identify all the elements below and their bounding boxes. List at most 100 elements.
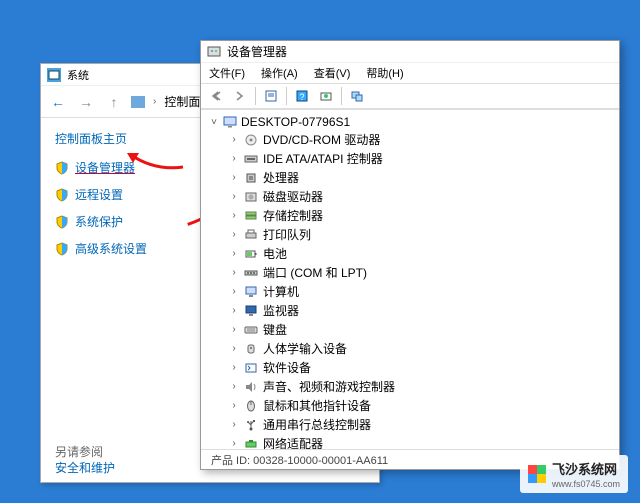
tree-node-label: 网络适配器 <box>263 435 323 449</box>
sidebar-link-label: 远程设置 <box>75 186 123 203</box>
expand-icon[interactable]: › <box>229 438 239 449</box>
back-button[interactable]: ← <box>47 91 69 113</box>
toolbar-separator <box>286 87 287 105</box>
tree-node-label: 打印队列 <box>263 226 311 243</box>
sidebar: 控制面板主页 设备管理器远程设置系统保护高级系统设置 <box>41 118 211 279</box>
keyboard-icon <box>244 324 258 336</box>
tree-node[interactable]: › 端口 (COM 和 LPT) <box>201 263 619 282</box>
tree-node[interactable]: › 软件设备 <box>201 358 619 377</box>
toolbar-separator <box>341 87 342 105</box>
logo-icon <box>528 465 546 483</box>
tree-node-label: 鼠标和其他指针设备 <box>263 397 371 414</box>
scan-icon[interactable] <box>315 86 337 106</box>
tree-node[interactable]: › 声音、视频和游戏控制器 <box>201 377 619 396</box>
expand-icon[interactable]: › <box>229 419 239 430</box>
tree-node[interactable]: › IDE ATA/ATAPI 控制器 <box>201 149 619 168</box>
expand-icon[interactable]: › <box>229 362 239 373</box>
tree-node[interactable]: ›处理器 <box>201 168 619 187</box>
expand-icon[interactable]: › <box>229 153 239 164</box>
expand-icon[interactable]: › <box>229 191 239 202</box>
watermark-name: 飞沙系统网 <box>552 462 617 477</box>
tree-node-label: DVD/CD-ROM 驱动器 <box>263 131 380 148</box>
control-panel-icon <box>47 68 61 82</box>
expand-icon[interactable]: › <box>229 324 239 335</box>
expand-icon[interactable]: › <box>229 305 239 316</box>
up-button[interactable]: ↑ <box>103 91 125 113</box>
tree-node-label: 软件设备 <box>263 359 311 376</box>
sidebar-link-label: 系统保护 <box>75 213 123 230</box>
back-icon[interactable] <box>205 86 227 106</box>
tree-node[interactable]: › 打印队列 <box>201 225 619 244</box>
expand-icon[interactable]: › <box>229 134 239 145</box>
printer-icon <box>244 229 258 241</box>
expand-icon[interactable]: › <box>229 267 239 278</box>
tree-node[interactable]: › 网络适配器 <box>201 434 619 449</box>
device-manager-window: 设备管理器 文件(F) 操作(A) 查看(V) 帮助(H) ? ˅ DESKTO… <box>200 40 620 470</box>
menu-view[interactable]: 查看(V) <box>314 65 351 81</box>
tree-node-label: 键盘 <box>263 321 287 338</box>
toolbar-separator <box>255 87 256 105</box>
expand-icon[interactable]: › <box>229 229 239 240</box>
tree-node[interactable]: ›计算机 <box>201 282 619 301</box>
expand-icon[interactable]: › <box>229 248 239 259</box>
expand-icon[interactable]: › <box>229 381 239 392</box>
tree-node[interactable]: › DVD/CD-ROM 驱动器 <box>201 130 619 149</box>
sidebar-link[interactable]: 高级系统设置 <box>55 240 197 257</box>
computer-icon <box>223 116 237 128</box>
sidebar-heading[interactable]: 控制面板主页 <box>55 130 197 147</box>
help-icon[interactable]: ? <box>291 86 313 106</box>
shield-icon <box>55 161 69 175</box>
expand-icon[interactable]: › <box>229 286 239 297</box>
tree-node[interactable]: ›存储控制器 <box>201 206 619 225</box>
device-tree[interactable]: ˅ DESKTOP-07796S1 › DVD/CD-ROM 驱动器 › IDE AT… <box>201 109 619 449</box>
disk-icon <box>244 191 258 203</box>
sidebar-link[interactable]: 系统保护 <box>55 213 197 230</box>
devices-icon[interactable] <box>346 86 368 106</box>
menu-help[interactable]: 帮助(H) <box>366 65 403 81</box>
tree-node[interactable]: › 人体学输入设备 <box>201 339 619 358</box>
expand-icon[interactable]: › <box>229 400 239 411</box>
expand-icon[interactable]: › <box>229 343 239 354</box>
device-manager-icon <box>207 45 221 59</box>
tree-node[interactable]: ›磁盘驱动器 <box>201 187 619 206</box>
mouse-icon <box>244 400 258 412</box>
dm-title: 设备管理器 <box>227 43 287 60</box>
collapse-icon[interactable]: ˅ <box>209 117 219 128</box>
tree-node-label: IDE ATA/ATAPI 控制器 <box>263 150 383 167</box>
shield-icon <box>55 188 69 202</box>
computer-icon <box>244 286 258 298</box>
battery-icon <box>244 248 258 260</box>
expand-icon[interactable]: › <box>229 210 239 221</box>
forward-icon[interactable] <box>229 86 251 106</box>
tree-node-label: 电池 <box>263 245 287 262</box>
tree-node[interactable]: ›通用串行总线控制器 <box>201 415 619 434</box>
tree-node[interactable]: › 监视器 <box>201 301 619 320</box>
properties-icon[interactable] <box>260 86 282 106</box>
menu-file[interactable]: 文件(F) <box>209 65 245 81</box>
expand-icon[interactable]: › <box>229 172 239 183</box>
cpu-icon <box>244 172 258 184</box>
see-also-label: 另请参阅 <box>55 443 103 460</box>
sidebar-link[interactable]: 远程设置 <box>55 186 197 203</box>
root-label: DESKTOP-07796S1 <box>241 115 350 129</box>
tree-node-label: 监视器 <box>263 302 299 319</box>
status-text: 产品 ID: 00328-10000-00001-AA611 <box>211 452 388 468</box>
watermark: 飞沙系统网 www.fs0745.com <box>520 455 628 493</box>
monitor-icon <box>131 96 145 108</box>
tree-root[interactable]: ˅ DESKTOP-07796S1 <box>201 114 619 130</box>
menu-action[interactable]: 操作(A) <box>261 65 298 81</box>
tree-node-label: 人体学输入设备 <box>263 340 347 357</box>
dm-titlebar[interactable]: 设备管理器 <box>201 41 619 63</box>
tree-node-label: 端口 (COM 和 LPT) <box>263 264 367 281</box>
safety-link[interactable]: 安全和维护 <box>55 459 115 476</box>
tree-node[interactable]: › 键盘 <box>201 320 619 339</box>
chevron-right-icon[interactable]: › <box>151 96 158 107</box>
system-title: 系统 <box>67 67 89 83</box>
tree-node-label: 声音、视频和游戏控制器 <box>263 378 395 395</box>
sound-icon <box>244 381 258 393</box>
svg-text:?: ? <box>299 92 304 102</box>
tree-node[interactable]: › 鼠标和其他指针设备 <box>201 396 619 415</box>
forward-button[interactable]: → <box>75 91 97 113</box>
tree-node[interactable]: › 电池 <box>201 244 619 263</box>
disc-icon <box>244 134 258 146</box>
